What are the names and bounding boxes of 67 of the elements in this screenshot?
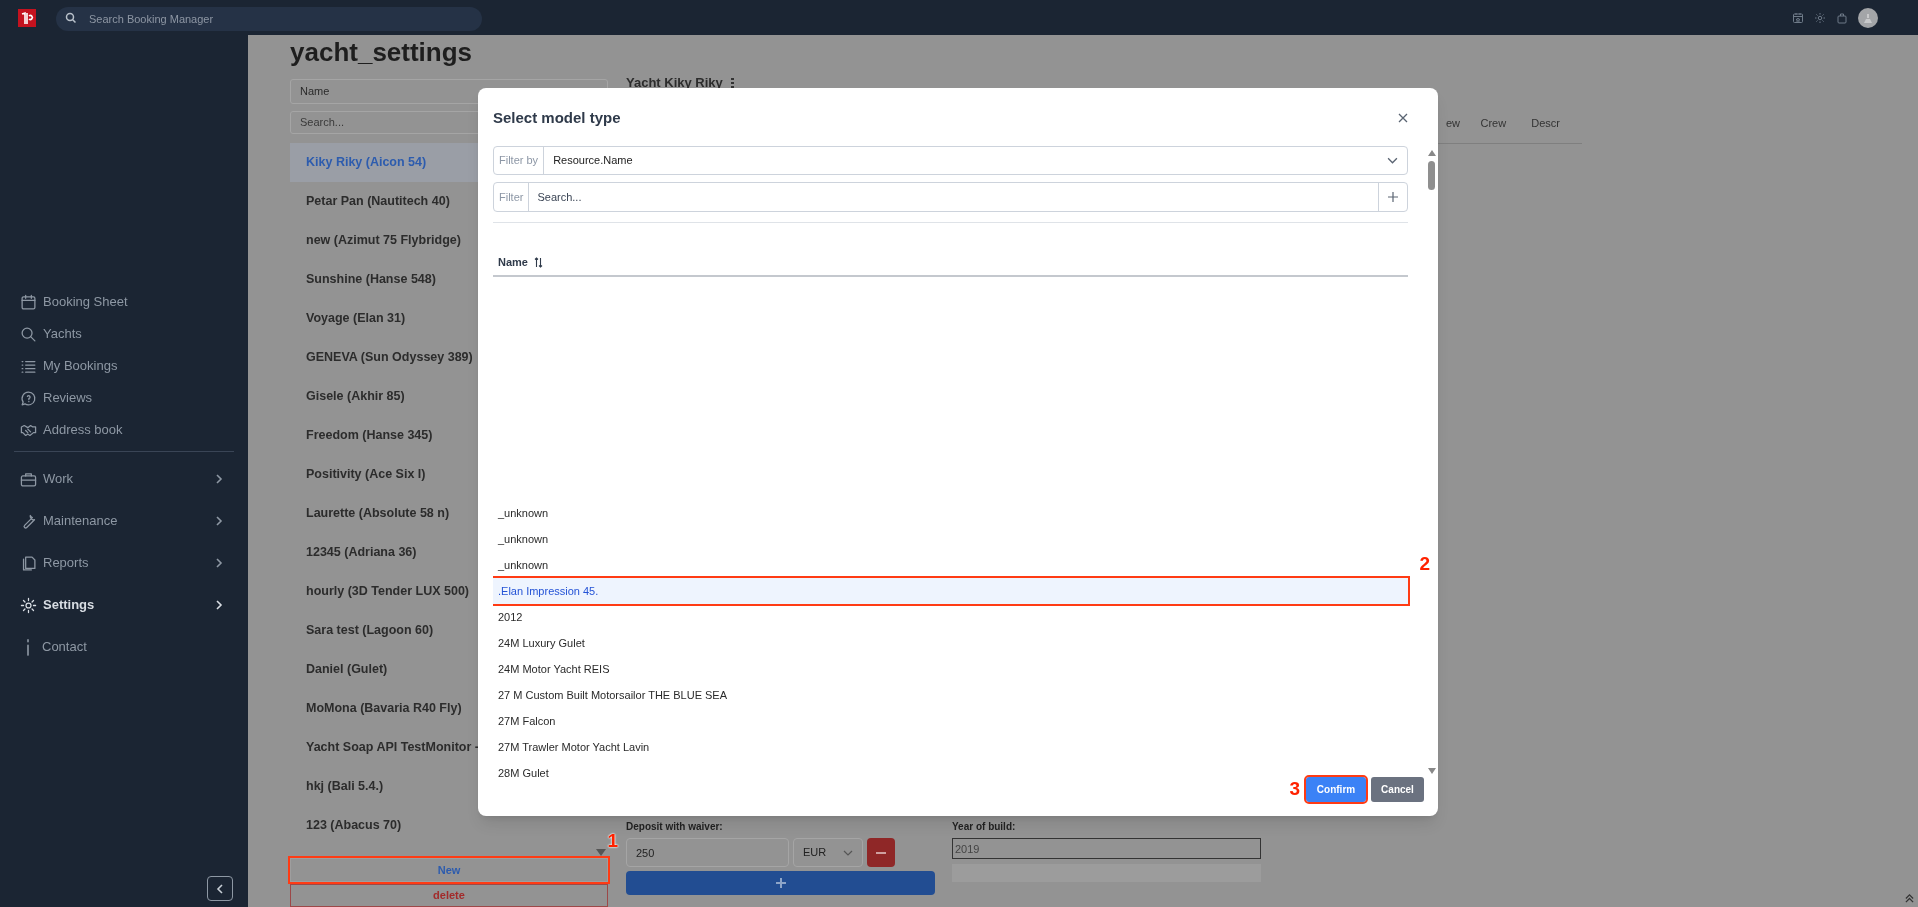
info-icon [26, 638, 30, 656]
list-row[interactable]: 27M Trawler Motor Yacht Lavin [493, 734, 1408, 760]
list-row[interactable]: .Elan Impression 45. [493, 578, 1408, 604]
detail-heading: Yacht Kiky Riky [626, 74, 723, 92]
caret-down-icon [596, 849, 606, 857]
field-label: Deposit with waiver: [626, 820, 724, 834]
column-header[interactable]: Name [493, 249, 1408, 277]
caret-down-icon [1427, 768, 1436, 774]
sidebar-item[interactable]: Address book [0, 414, 248, 446]
sidebar-item[interactable]: Work [0, 458, 248, 500]
sort-icon [533, 256, 543, 268]
sidebar-item[interactable]: Settings [0, 584, 248, 626]
sidebar-item[interactable]: Reviews [0, 382, 248, 414]
remove-button[interactable] [867, 838, 895, 867]
logo-icon [18, 8, 36, 27]
chevron-down-icon [843, 849, 853, 856]
bag-icon[interactable] [1836, 11, 1848, 24]
filter-field[interactable]: Filter Search... [493, 182, 1408, 212]
confirm-button[interactable]: Confirm [1306, 777, 1366, 802]
calendar-icon [20, 293, 37, 311]
list-row[interactable]: _unknown [493, 526, 1408, 552]
sidebar-item[interactable]: Booking Sheet [0, 286, 248, 318]
list-row[interactable]: 2012 [493, 604, 1408, 630]
avatar-icon[interactable] [1858, 7, 1878, 28]
field-label: Year of build: [952, 820, 1017, 834]
callout-number: 2 [1419, 554, 1430, 574]
scroll-top-icon[interactable] [1905, 894, 1914, 903]
sidebar-item[interactable]: My Bookings [0, 350, 248, 382]
tab[interactable]: Crew [1480, 114, 1532, 143]
minus-icon [876, 851, 886, 854]
list-row[interactable]: 27M Falcon [493, 708, 1408, 734]
sidebar-item[interactable]: Contact [0, 626, 248, 668]
caret-up-icon [1427, 150, 1436, 156]
briefcase-icon [20, 470, 37, 488]
collapse-button[interactable] [207, 876, 233, 901]
close-icon[interactable] [1398, 113, 1408, 123]
list-row[interactable]: 24M Motor Yacht REIS [493, 656, 1408, 682]
list-row[interactable]: _unknown [493, 500, 1408, 526]
more-icon[interactable] [730, 77, 734, 89]
list-row[interactable]: 27 M Custom Built Motorsailor THE BLUE SEA [493, 682, 1408, 708]
chevron-left-icon [215, 883, 225, 894]
list-row[interactable]: _unknown [493, 552, 1408, 578]
document-icon [20, 554, 37, 572]
list-row[interactable]: 24M Luxury Gulet [493, 630, 1408, 656]
settings-icon[interactable] [1814, 11, 1826, 24]
deposit-input[interactable]: 250 [626, 838, 789, 867]
plus-icon [1388, 192, 1398, 202]
callout-number: 1 [607, 831, 618, 852]
list-row[interactable]: 28M Gulet [493, 760, 1408, 780]
calendar-star-icon[interactable] [1792, 11, 1804, 24]
scrollbar-thumb[interactable] [1428, 161, 1435, 190]
currency-select[interactable]: EUR [793, 838, 863, 867]
search-field[interactable]: Search Booking Manager [56, 6, 482, 31]
year-input[interactable]: 2019 [952, 838, 1261, 859]
sidebar-item[interactable]: Reports [0, 542, 248, 584]
search-icon [65, 11, 77, 24]
search-icon [20, 325, 37, 343]
sidebar-item[interactable]: Maintenance [0, 500, 248, 542]
chat-icon [20, 389, 37, 407]
settings-icon [20, 596, 37, 614]
sidebar-item[interactable]: Yachts [0, 318, 248, 350]
plus-icon [775, 878, 786, 888]
callout-number: 3 [1289, 779, 1300, 799]
tab[interactable]: Descr [1531, 114, 1582, 143]
yacht-list-item[interactable]: 123 (Abacus 70) [290, 806, 608, 846]
page-title: yacht_settings [290, 37, 474, 67]
cancel-button[interactable]: Cancel [1371, 777, 1424, 802]
